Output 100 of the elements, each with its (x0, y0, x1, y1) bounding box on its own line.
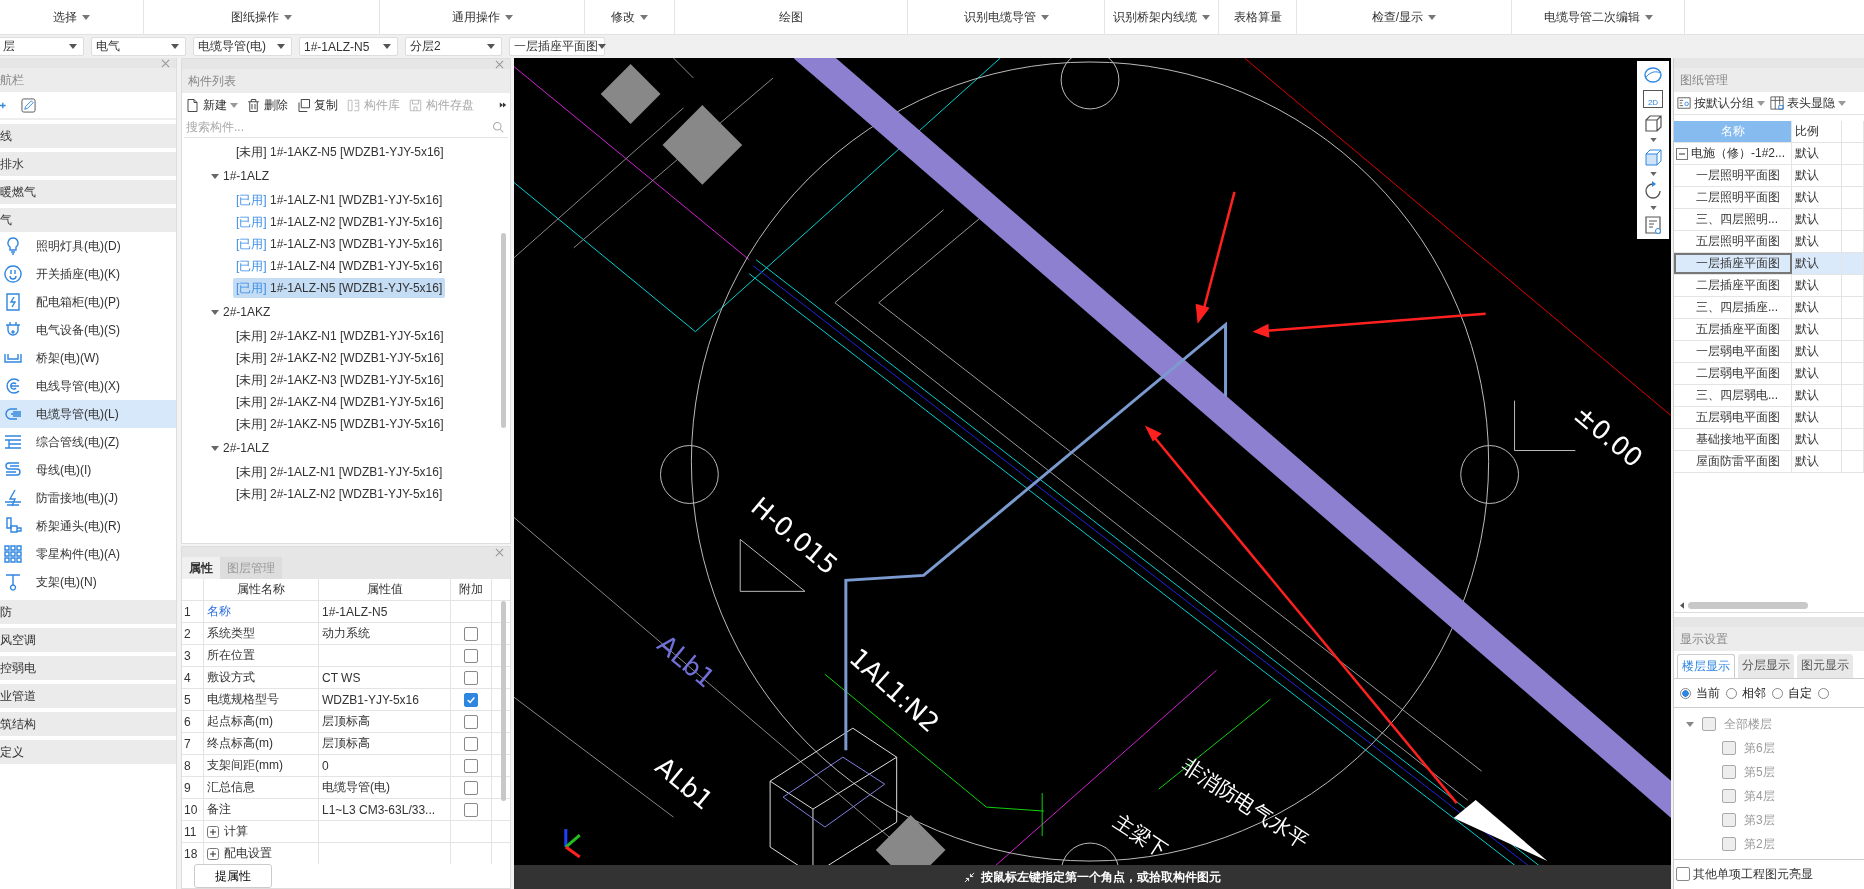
drawing-name[interactable]: 一层照明平面图 (1674, 165, 1792, 186)
nav-category[interactable]: 暖燃气 (0, 180, 176, 204)
tree-item[interactable]: [已用] 1#-1ALZ-N1 [WDZB1-YJY-5x16] (233, 190, 446, 210)
nav-item[interactable]: 电缆导管(电)(L) (0, 400, 176, 428)
dropdown-field[interactable]: 电气 (91, 37, 186, 56)
cube-icon[interactable] (1643, 113, 1663, 133)
caret-icon[interactable] (1649, 206, 1657, 210)
dropdown-field[interactable]: 一层插座平面图 (509, 37, 605, 56)
tree-item[interactable]: [已用] 1#-1ALZ-N5 [WDZB1-YJY-5x16] (233, 278, 446, 298)
tree-item[interactable]: [未用] 2#-1AKZ-N2 [WDZB1-YJY-5x16] (233, 348, 447, 368)
menu-item[interactable]: 绘图 (675, 0, 908, 34)
expand-caret-icon[interactable] (211, 308, 219, 316)
tab[interactable]: 楼层显示 (1677, 654, 1735, 678)
tree-item[interactable]: [未用] 2#-1ALZ-N2 [WDZB1-YJY-5x16] (233, 484, 446, 504)
nav-item[interactable]: 综合管线(电)(Z) (0, 428, 176, 456)
drawing-name[interactable]: 五层插座平面图 (1674, 319, 1792, 340)
menu-item[interactable]: 电缆导管二次编辑 (1512, 0, 1685, 34)
checkbox[interactable] (1676, 867, 1690, 881)
tree-item[interactable]: [未用] 2#-1AKZ-N4 [WDZB1-YJY-5x16] (233, 392, 447, 412)
tree-item[interactable]: [未用] 1#-1AKZ-N5 [WDZB1-YJY-5x16] (233, 142, 447, 162)
menu-item[interactable]: 表格算量 (1219, 0, 1297, 34)
radio-button[interactable] (1680, 687, 1691, 699)
scrollbar[interactable] (501, 233, 506, 428)
dropdown-field[interactable]: 电缆导管(电) (193, 37, 292, 56)
expand-caret-icon[interactable] (211, 172, 219, 180)
nav-category[interactable]: 控弱电 (0, 656, 176, 680)
edit-icon[interactable] (21, 97, 36, 113)
menu-item[interactable]: 图纸操作 (144, 0, 380, 34)
nav-category[interactable]: 业管道 (0, 684, 176, 708)
2d-view-button[interactable]: 2D (1643, 90, 1663, 108)
nav-category[interactable]: 定义 (0, 740, 176, 764)
radio-button[interactable] (1818, 687, 1829, 699)
drawing-name[interactable]: 二层照明平面图 (1674, 187, 1792, 208)
tree-item[interactable]: [未用] 2#-1ALZ-N1 [WDZB1-YJY-5x16] (233, 462, 446, 482)
tree-group-label[interactable]: 2#-1AKZ (223, 305, 271, 319)
dropdown-field[interactable]: 1#-1ALZ-N5 (299, 37, 398, 56)
drawing-name[interactable]: 屋面防雷平面图 (1674, 451, 1792, 472)
checkbox[interactable] (464, 736, 478, 751)
close-icon[interactable] (495, 59, 504, 69)
checkbox[interactable] (464, 692, 478, 707)
caret-icon[interactable] (1649, 172, 1657, 176)
checkbox[interactable] (464, 802, 478, 817)
drawing-name[interactable]: 三、四层照明... (1674, 209, 1792, 230)
tree-item[interactable]: [已用] 1#-1ALZ-N3 [WDZB1-YJY-5x16] (233, 234, 446, 254)
dropdown-field[interactable]: 层 (0, 37, 84, 56)
tab[interactable]: 属性 (182, 557, 220, 579)
scrollbar[interactable] (1688, 601, 1808, 609)
checkbox[interactable] (464, 780, 478, 795)
checkbox[interactable] (464, 670, 478, 685)
drawing-name[interactable]: 基础接地平面图 (1674, 429, 1792, 450)
toolbar-button[interactable]: 按默认分组 (1677, 94, 1765, 112)
nav-category[interactable]: 防 (0, 600, 176, 624)
nav-item[interactable]: 桥架通头(电)(R) (0, 512, 176, 540)
nav-item[interactable]: 电气设备(电)(S) (0, 316, 176, 344)
tree-group-label[interactable]: 1#-1ALZ (223, 169, 270, 183)
list-view-icon[interactable] (1643, 215, 1663, 235)
nav-item[interactable]: 配电箱柜(电)(P) (0, 288, 176, 316)
menu-item[interactable]: 识别桥架内线缆 (1105, 0, 1219, 34)
tree-item[interactable]: [未用] 2#-1AKZ-N3 [WDZB1-YJY-5x16] (233, 370, 447, 390)
expand-icon[interactable] (207, 847, 219, 860)
menu-item[interactable]: 识别电缆导管 (908, 0, 1105, 34)
drawing-name[interactable]: 二层插座平面图 (1674, 275, 1792, 296)
tree-item[interactable]: [已用] 1#-1ALZ-N2 [WDZB1-YJY-5x16] (233, 212, 446, 232)
scroll-left-icon[interactable] (1680, 601, 1684, 609)
nav-category[interactable]: 风空调 (0, 628, 176, 652)
toolbar-button[interactable]: 新建 (185, 96, 238, 114)
pick-properties-button[interactable]: 提属性 (194, 864, 272, 888)
search-field[interactable]: 搜索构件... (184, 120, 492, 134)
menu-item[interactable]: 检查/显示 (1297, 0, 1512, 34)
toolbar-button[interactable]: 表头显隐 (1770, 94, 1846, 112)
collapse-icon[interactable] (1676, 147, 1688, 160)
nav-category[interactable]: 排水 (0, 152, 176, 176)
nav-item[interactable]: 桥架(电)(W) (0, 344, 176, 372)
caret-icon[interactable] (1649, 138, 1657, 142)
expand-caret-icon[interactable] (211, 444, 219, 452)
nav-category[interactable]: 筑结构 (0, 712, 176, 736)
tree-item[interactable]: [未用] 2#-1AKZ-N1 [WDZB1-YJY-5x16] (233, 326, 447, 346)
drawing-name[interactable]: 五层弱电平面图 (1674, 407, 1792, 428)
close-icon[interactable] (161, 58, 170, 68)
more-icon[interactable] (499, 101, 507, 109)
dropdown-field[interactable]: 分层2 (405, 37, 502, 56)
menu-item[interactable]: 通用操作 (380, 0, 585, 34)
tab[interactable]: 图元显示 (1797, 654, 1853, 678)
close-icon[interactable] (495, 547, 504, 557)
nav-item[interactable]: 照明灯具(电)(D) (0, 232, 176, 260)
tree-item[interactable]: [未用] 2#-1AKZ-N5 [WDZB1-YJY-5x16] (233, 414, 447, 434)
nav-category[interactable]: 气 (0, 208, 176, 232)
tree-item[interactable]: [已用] 1#-1ALZ-N4 [WDZB1-YJY-5x16] (233, 256, 446, 276)
column-header[interactable]: 比例 (1792, 121, 1842, 142)
menu-item[interactable]: 选择 (0, 0, 144, 34)
scrollbar[interactable] (501, 601, 506, 801)
drawing-group-name[interactable]: 电施（修）-1#2... (1691, 145, 1786, 162)
nav-item[interactable]: 开关插座(电)(K) (0, 260, 176, 288)
radio-button[interactable] (1772, 687, 1783, 699)
radio-button[interactable] (1726, 687, 1737, 699)
checkbox[interactable] (464, 714, 478, 729)
nav-category[interactable]: 线 (0, 124, 176, 148)
expand-icon[interactable] (207, 825, 219, 838)
drawing-name[interactable]: 一层弱电平面图 (1674, 341, 1792, 362)
toolbar-button[interactable]: 删除 (246, 96, 288, 114)
